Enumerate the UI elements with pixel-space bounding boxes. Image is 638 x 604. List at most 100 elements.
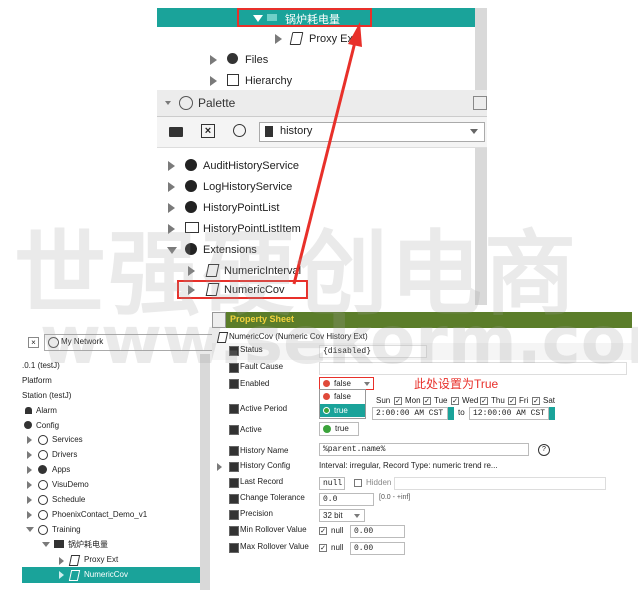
property-icon	[229, 379, 239, 389]
time-start-spinner[interactable]	[448, 407, 454, 420]
history-name-field[interactable]: %parent.name%	[319, 443, 529, 456]
nav-item-station[interactable]: Station (testJ)	[22, 391, 71, 400]
nav-item-numeric-cov: NumericCov	[84, 570, 129, 579]
day-fri: Fri	[519, 396, 529, 405]
min-rollover-null-label: null	[331, 526, 344, 535]
expand-icon[interactable]	[59, 557, 64, 565]
help-icon[interactable]: ?	[538, 444, 550, 456]
time-end-spinner[interactable]	[549, 407, 555, 420]
nav-item-apps[interactable]: Apps	[52, 465, 70, 474]
nav-item-boiler-power[interactable]: 锅炉耗电量	[68, 539, 108, 550]
property-icon	[229, 494, 239, 504]
folder-node-icon	[38, 525, 48, 535]
day-thu-checkbox[interactable]: ✓	[508, 397, 516, 405]
chevron-down-icon[interactable]	[364, 382, 370, 386]
collapse-icon[interactable]	[42, 542, 50, 547]
services-icon	[38, 435, 48, 445]
nav-item-services[interactable]: Services	[52, 435, 83, 444]
last-record-extra	[394, 477, 606, 490]
nav-item-proxy-ext[interactable]: Proxy Ext	[84, 555, 118, 564]
expand-icon[interactable]	[217, 463, 222, 471]
prop-row-history-name: History Name %parent.name% ?	[212, 440, 632, 461]
prop-history-name-label: History Name	[240, 446, 289, 455]
day-sun-checkbox[interactable]: ✓	[394, 397, 402, 405]
folder-node-icon	[38, 480, 48, 490]
nav-item-schedule[interactable]: Schedule	[52, 495, 85, 504]
max-rollover-field[interactable]: 0.00	[350, 542, 405, 555]
expand-icon[interactable]	[27, 496, 32, 504]
prop-row-precision: Precision 32 bit	[212, 507, 632, 524]
property-icon	[229, 446, 239, 456]
nav-item-training[interactable]: Training	[52, 525, 81, 534]
status-dot-green-icon	[323, 425, 331, 433]
property-icon	[229, 510, 239, 520]
nav-scrollbar[interactable]	[200, 354, 210, 590]
change-tol-range: [0.0 - +inf]	[379, 494, 411, 501]
prop-precision-label: Precision	[240, 509, 273, 518]
watermark-url: www.sekorm.com	[40, 302, 638, 379]
property-icon	[229, 526, 239, 536]
precision-value: 32 bit	[323, 511, 343, 520]
prop-change-tol-label: Change Tolerance	[240, 493, 305, 502]
prop-row-last-record: Last Record null Hidden	[212, 475, 632, 492]
point-icon	[54, 540, 64, 548]
day-mon-checkbox[interactable]: ✓	[423, 397, 431, 405]
expand-icon[interactable]	[27, 481, 32, 489]
apps-icon	[38, 465, 47, 474]
day-sun: Sun	[376, 396, 391, 405]
time-end-field[interactable]: 12:00:00 AM CST	[469, 407, 549, 420]
property-icon	[229, 478, 239, 488]
nav-item-numeric-cov-row[interactable]: NumericCov	[22, 567, 200, 583]
prop-last-record-label: Last Record	[240, 477, 284, 486]
day-thu: Thu	[491, 396, 505, 405]
property-icon	[229, 543, 239, 553]
day-fri-checkbox[interactable]: ✓	[532, 397, 540, 405]
prop-row-max-rollover: Max Rollover Value ✓ null 0.00	[212, 540, 632, 557]
prop-max-rollover-label: Max Rollover Value	[240, 542, 309, 551]
status-dot-red-icon	[323, 380, 330, 387]
max-rollover-null-label: null	[331, 543, 344, 552]
min-rollover-field[interactable]: 0.00	[350, 525, 405, 538]
nav-item-phoenix[interactable]: PhoenixContact_Demo_v1	[52, 510, 147, 519]
property-icon	[229, 462, 239, 472]
collapse-icon[interactable]	[26, 527, 34, 532]
day-wed-checkbox[interactable]: ✓	[480, 397, 488, 405]
prop-row-active: Active true	[212, 420, 632, 439]
proxy-ext-icon	[68, 555, 81, 566]
expand-icon[interactable]	[27, 466, 32, 474]
prop-history-config-label: History Config	[240, 461, 291, 470]
expand-icon[interactable]	[59, 571, 64, 579]
day-tue-checkbox[interactable]: ✓	[451, 397, 459, 405]
nav-item-alarm[interactable]: Alarm	[36, 406, 57, 415]
property-icon	[229, 425, 239, 435]
prop-row-min-rollover: Min Rollover Value ✓ null 0.00	[212, 523, 632, 540]
active-value-box: true	[319, 422, 359, 436]
nav-item-visudemo[interactable]: VisuDemo	[52, 480, 89, 489]
prop-active-label: Active	[240, 425, 262, 434]
numeric-cov-icon	[68, 570, 81, 581]
nav-item-config[interactable]: Config	[36, 421, 59, 430]
day-wed: Wed	[462, 396, 479, 405]
nav-item-drivers[interactable]: Drivers	[52, 450, 77, 459]
min-rollover-null-checkbox[interactable]: ✓	[319, 527, 327, 535]
chevron-down-icon[interactable]	[354, 514, 360, 518]
expand-icon[interactable]	[27, 436, 32, 444]
expand-icon[interactable]	[27, 511, 32, 519]
config-icon	[24, 421, 32, 429]
nav-close-icon[interactable]: ×	[28, 337, 39, 348]
hidden-checkbox[interactable]	[354, 479, 362, 487]
prop-enabled-label: Enabled	[240, 379, 270, 388]
expand-icon[interactable]	[27, 451, 32, 459]
prop-row-active-period: Active Period Sun ✓ Mon ✓ Tue ✓ Wed ✓ Th…	[212, 396, 632, 420]
time-start-field[interactable]: 2:00:00 AM CST	[372, 407, 448, 420]
hidden-label: Hidden	[366, 478, 392, 487]
drivers-icon	[38, 450, 48, 460]
change-tol-field[interactable]: 0.0	[319, 493, 374, 506]
max-rollover-null-checkbox[interactable]: ✓	[319, 544, 327, 552]
last-record-value: null	[319, 477, 345, 490]
arrow-head	[348, 22, 362, 47]
folder-node-icon	[38, 510, 48, 520]
prop-row-history-config: History Config Interval: irregular, Reco…	[212, 459, 632, 476]
time-to-label: to	[458, 408, 465, 417]
precision-select[interactable]: 32 bit	[319, 509, 365, 522]
